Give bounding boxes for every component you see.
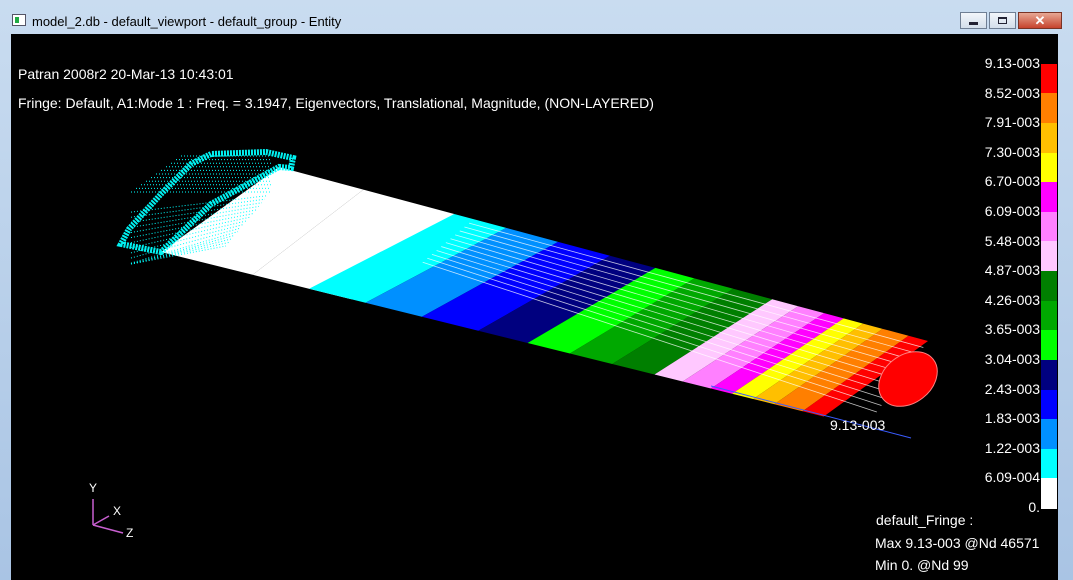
spectrum-cell xyxy=(1041,300,1057,331)
coordinate-triad: Y X Z xyxy=(89,479,159,549)
legend-value-label: 6.70-003 xyxy=(984,173,1040,190)
legend-value-label: 0. xyxy=(1028,499,1040,515)
legend-value-label: 1.22-003 xyxy=(984,439,1040,456)
legend-value-label: 4.26-003 xyxy=(984,291,1040,308)
spectrum-cell xyxy=(1041,122,1057,153)
spectrum-cell xyxy=(1041,330,1057,361)
spectrum-cell xyxy=(1041,34,1057,65)
legend-value-label: 6.09-004 xyxy=(984,469,1040,486)
legend-value-label: 8.52-003 xyxy=(984,84,1040,101)
spectrum-cell xyxy=(1041,241,1057,272)
close-icon: ✕ xyxy=(1034,13,1046,28)
minimize-button[interactable] xyxy=(960,12,987,29)
axis-z-label: Z xyxy=(126,526,134,540)
legend-value-label: 9.13-003 xyxy=(984,55,1040,71)
fringe-summary-min: Min 0. @Nd 99 xyxy=(875,557,969,573)
legend-value-label: 1.83-003 xyxy=(984,410,1040,427)
spectrum-cell xyxy=(1041,359,1057,390)
window-title: model_2.db - default_viewport - default_… xyxy=(32,14,342,29)
maximize-button[interactable] xyxy=(989,12,1016,29)
legend-value-label: 7.91-003 xyxy=(984,114,1040,131)
spectrum-cell xyxy=(1041,152,1057,183)
spectrum-cell xyxy=(1041,389,1057,420)
fringe-summary-max: Max 9.13-003 @Nd 46571 xyxy=(875,535,1040,551)
legend-value-label: 3.65-003 xyxy=(984,321,1040,338)
title-bar[interactable]: model_2.db - default_viewport - default_… xyxy=(0,0,1073,34)
fringe-bands xyxy=(161,167,928,417)
spectrum-cell xyxy=(1041,478,1057,509)
spectrum-cell xyxy=(1041,448,1057,479)
spectrum-cell xyxy=(1041,93,1057,124)
wing-fringe-model[interactable] xyxy=(11,34,1041,580)
graphics-viewport[interactable]: Patran 2008r2 20-Mar-13 10:43:01 Fringe:… xyxy=(11,34,1058,580)
max-node-label: 9.13-003 xyxy=(830,417,886,433)
legend-value-label: 4.87-003 xyxy=(984,262,1040,279)
spectrum-cell xyxy=(1041,419,1057,450)
legend-value-label: 2.43-003 xyxy=(984,380,1040,397)
close-button[interactable]: ✕ xyxy=(1018,12,1062,29)
legend-value-label: 7.30-003 xyxy=(984,143,1040,160)
fringe-summary-title: default_Fringe : xyxy=(876,512,974,528)
spectrum-cell xyxy=(1041,211,1057,242)
legend-value-label: 5.48-003 xyxy=(984,232,1040,249)
app-icon[interactable] xyxy=(12,14,26,26)
minimize-icon xyxy=(969,22,978,25)
fringe-color-spectrum xyxy=(1041,34,1057,509)
legend-value-label: 3.04-003 xyxy=(984,351,1040,367)
axis-x-label: X xyxy=(113,504,122,518)
spectrum-cell xyxy=(1041,182,1057,213)
app-window: model_2.db - default_viewport - default_… xyxy=(0,0,1073,580)
window-controls: ✕ xyxy=(960,12,1062,29)
axis-triad-icon xyxy=(92,499,124,534)
restore-icon xyxy=(998,17,1007,24)
spectrum-cell xyxy=(1041,271,1057,302)
spectrum-cell xyxy=(1041,63,1057,94)
legend-value-label: 6.09-003 xyxy=(984,203,1040,219)
axis-y-label: Y xyxy=(89,481,98,495)
